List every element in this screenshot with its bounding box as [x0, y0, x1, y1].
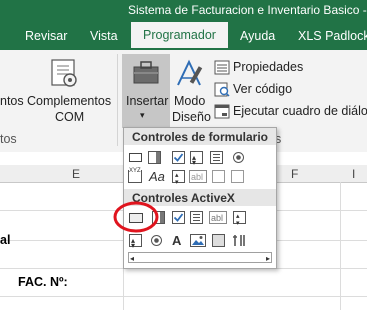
tab-xls-padlock[interactable]: XLS Padlock [298, 29, 367, 43]
design-mode-icon [177, 59, 203, 86]
scroll-left-icon[interactable]: ◂ [130, 252, 134, 265]
more-controls-icon[interactable] [232, 234, 248, 247]
combo-box-control-icon[interactable] [148, 151, 161, 164]
run-dialog-icon [214, 104, 230, 119]
column-header-i[interactable]: I [352, 167, 355, 181]
chevron-down-icon: ▾ [140, 110, 145, 120]
tab-programador[interactable]: Programador [131, 22, 228, 50]
cell-text-al[interactable]: al [0, 233, 10, 247]
insertar-label: Insertar [126, 94, 169, 108]
toggle-button-icon[interactable] [212, 234, 225, 247]
grid-line [340, 182, 341, 310]
highlight-circle-annotation [113, 201, 159, 233]
window-title: Sistema de Facturacion e Inventario Basi… [128, 3, 367, 17]
button-control-icon[interactable] [129, 153, 142, 162]
tab-revisar[interactable]: Revisar [25, 29, 67, 43]
text-box-icon[interactable]: abl [209, 211, 227, 224]
group-box-control-icon[interactable]: XYZ [128, 165, 142, 183]
grid-line [0, 296, 367, 297]
form-controls-header: Controles de formulario [124, 128, 276, 145]
text-field-control-icon[interactable]: abl [189, 170, 207, 183]
insertar-button[interactable]: Insertar ▾ [122, 54, 170, 128]
modo-diseno-label-line1: Modo [174, 94, 206, 108]
check-box-icon[interactable] [172, 211, 185, 224]
com-addins-icon [51, 59, 77, 87]
ejecutar-cuadro-dialogo-label: Ejecutar cuadro de diálogo [233, 104, 367, 118]
scroll-bar-icon[interactable]: ▴ ▾ [233, 211, 246, 227]
option-button-control-icon[interactable] [232, 151, 245, 164]
toolbox-icon [133, 61, 159, 84]
cut-off-group-label: tos [0, 132, 17, 146]
properties-icon [214, 60, 230, 75]
scroll-right-icon[interactable]: ▸ [266, 252, 270, 265]
ver-codigo-label: Ver código [233, 82, 293, 96]
spin-button-control-icon[interactable]: ▴ ▾ [190, 151, 203, 167]
image-icon[interactable] [190, 234, 206, 247]
modo-diseno-label-line2: Diseño [172, 110, 211, 124]
complementos-com-label-line2: COM [55, 110, 85, 124]
complementos-com-label-line1: Complementos [27, 94, 112, 108]
combo-list-edit-control-icon[interactable] [212, 170, 225, 183]
cut-off-button-label[interactable]: ntos [0, 94, 24, 108]
control-scroll-bar[interactable]: ◂ ▸ [128, 252, 272, 263]
scroll-bar-control-icon[interactable]: ▴ ▾ [172, 170, 185, 186]
column-header-e[interactable]: E [72, 167, 80, 181]
tab-ayuda[interactable]: Ayuda [240, 29, 275, 43]
option-button-icon[interactable] [150, 234, 163, 247]
view-code-icon [214, 82, 230, 97]
tab-vista[interactable]: Vista [90, 29, 118, 43]
combo-drop-down-edit-control-icon[interactable] [231, 170, 244, 183]
column-header-f[interactable]: F [291, 167, 298, 181]
title-bar: Sistema de Facturacion e Inventario Basi… [0, 0, 367, 22]
propiedades-label: Propiedades [233, 60, 304, 74]
insert-controls-dropdown: Controles de formulario ▴ ▾ XYZ Aa ▴ ▾ a… [123, 127, 277, 269]
list-box-control-icon[interactable] [210, 151, 223, 164]
ribbon-tab-bar: Revisar Vista Programador Ayuda XLS Padl… [0, 22, 367, 50]
list-box-icon[interactable] [190, 211, 203, 224]
label-icon[interactable]: A [171, 234, 184, 247]
spin-button-icon[interactable]: ▴ ▾ [129, 234, 142, 250]
cell-fac-label[interactable]: FAC. Nº: [18, 275, 68, 289]
label-control-icon[interactable]: Aa [149, 170, 167, 183]
check-box-control-icon[interactable] [172, 151, 185, 164]
ribbon-separator [117, 54, 118, 146]
